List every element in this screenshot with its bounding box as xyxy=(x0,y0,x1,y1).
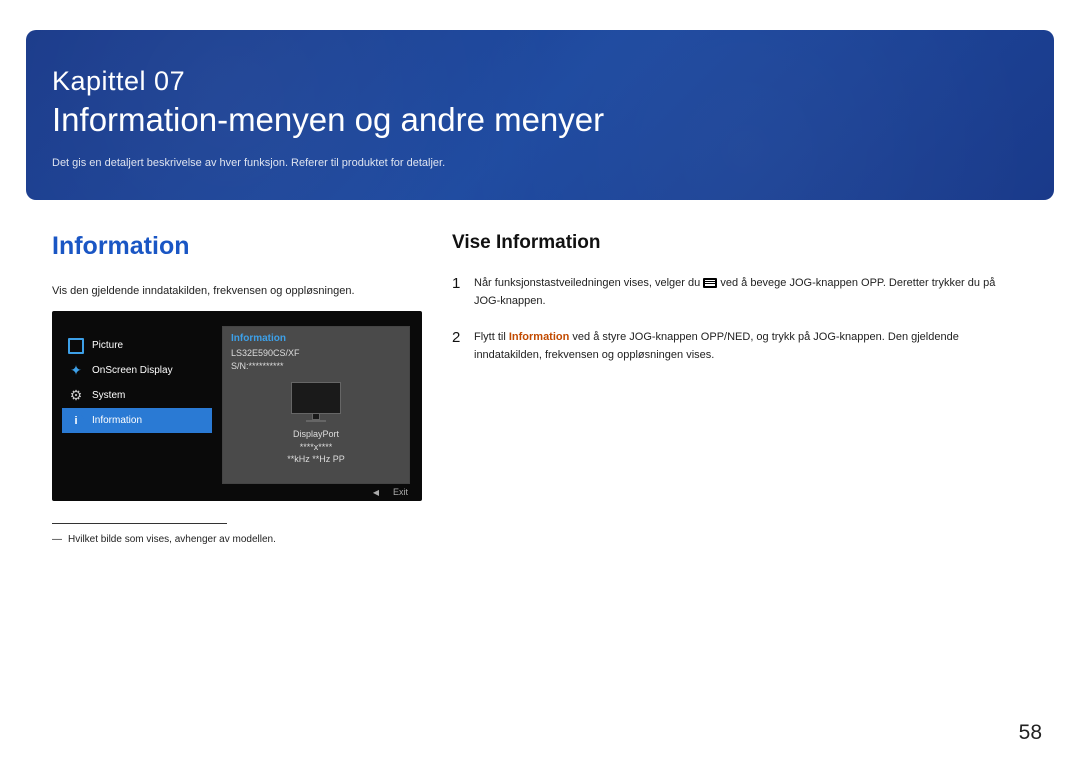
right-column: Vise Information 1 Når funksjonstastveil… xyxy=(452,232,1012,380)
osd-panel: Information LS32E590CS/XF S/N:**********… xyxy=(222,326,410,484)
menu-icon xyxy=(703,278,717,288)
vise-information-heading: Vise Information xyxy=(452,232,1012,254)
page-number: 58 xyxy=(1019,721,1042,745)
step-2-text: Flytt til Information ved å styre JOG-kn… xyxy=(474,326,1012,364)
osd-label-onscreen: OnScreen Display xyxy=(92,365,173,376)
chapter-banner: Kapittel 07 Information-menyen og andre … xyxy=(26,30,1054,200)
footnote: ― Hvilket bilde som vises, avhenger av m… xyxy=(52,534,432,545)
osd-footer: ◀ Exit xyxy=(373,487,408,497)
osd-sidebar: Picture OnScreen Display System Informat… xyxy=(62,333,212,433)
picture-icon xyxy=(68,338,84,354)
osd-label-system: System xyxy=(92,390,125,401)
info-icon xyxy=(68,413,84,429)
osd-model: LS32E590CS/XF xyxy=(231,347,401,360)
chapter-title: Information-menyen og andre menyer xyxy=(52,101,1024,139)
step-1-number: 1 xyxy=(452,272,462,310)
back-arrow-icon: ◀ xyxy=(373,488,379,497)
footnote-divider xyxy=(52,523,227,524)
monitor-base-icon xyxy=(306,420,326,422)
step-2: 2 Flytt til Information ved å styre JOG-… xyxy=(452,326,1012,364)
osd-serial: S/N:********** xyxy=(231,360,401,373)
gear-icon xyxy=(68,388,84,404)
osd-freq: **kHz **Hz PP xyxy=(231,453,401,466)
step-2-number: 2 xyxy=(452,326,462,364)
osd-label-information: Information xyxy=(92,415,142,426)
chapter-label: Kapittel 07 xyxy=(52,66,1024,97)
osd-item-onscreen: OnScreen Display xyxy=(62,358,212,383)
footnote-mark: ― xyxy=(52,534,62,545)
osd-label-picture: Picture xyxy=(92,340,123,351)
step-1-text: Når funksjonstastveiledningen vises, vel… xyxy=(474,272,1012,310)
footnote-text: Hvilket bilde som vises, avhenger av mod… xyxy=(68,534,276,545)
left-column: Information Vis den gjeldende inndatakil… xyxy=(52,232,432,545)
chapter-subtitle: Det gis en detaljert beskrivelse av hver… xyxy=(52,157,1024,169)
step-1-pre: Når funksjonstastveiledningen vises, vel… xyxy=(474,277,703,289)
osd-exit-label: Exit xyxy=(393,487,408,497)
step-1: 1 Når funksjonstastveiledningen vises, v… xyxy=(452,272,1012,310)
information-heading: Information xyxy=(52,232,432,261)
osd-port: DisplayPort xyxy=(231,428,401,441)
information-intro: Vis den gjeldende inndatakilden, frekven… xyxy=(52,285,432,297)
osd-panel-title: Information xyxy=(231,333,401,344)
osd-item-system: System xyxy=(62,383,212,408)
osd-resolution: ****x**** xyxy=(231,441,401,454)
osd-item-information: Information xyxy=(62,408,212,433)
step-2-pre: Flytt til xyxy=(474,331,509,343)
onscreen-display-icon xyxy=(68,363,84,379)
osd-screenshot: Picture OnScreen Display System Informat… xyxy=(52,311,422,501)
monitor-icon xyxy=(291,382,341,414)
step-2-highlight: Information xyxy=(509,331,570,343)
osd-item-picture: Picture xyxy=(62,333,212,358)
